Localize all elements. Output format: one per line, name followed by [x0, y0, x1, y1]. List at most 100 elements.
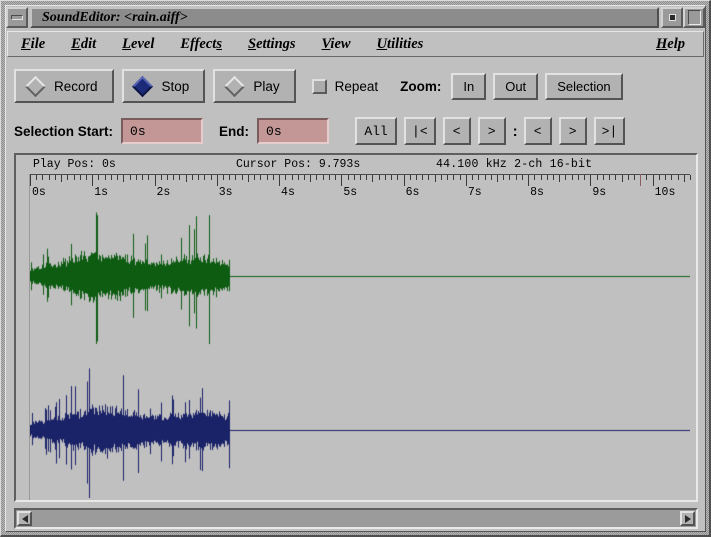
time-ruler[interactable]: 0s 1s 2s 3s 4s 5s 6s 7s 8s 9s 10s	[30, 174, 691, 202]
ruler-tick	[403, 175, 405, 186]
end-back-button[interactable]: <	[523, 117, 552, 145]
ruler-tick	[79, 175, 81, 180]
arrow-left-icon	[21, 514, 28, 523]
cursor-line	[639, 174, 641, 186]
ruler-tick-label: 9s	[592, 186, 607, 199]
ruler-tick-label: 4s	[281, 186, 295, 199]
ruler-tick	[341, 175, 343, 186]
ruler-tick	[677, 175, 679, 180]
selection-start-input[interactable]: 0s	[121, 118, 204, 144]
menu-level[interactable]: Level	[109, 33, 167, 55]
waveform-panel[interactable]: Play Pos: 0s Cursor Pos: 9.793s 44.100 k…	[14, 153, 698, 502]
scroll-left-button[interactable]	[17, 511, 32, 526]
menubar: File Edit Level Effects Settings View Ut…	[7, 31, 704, 57]
ruler-tick	[584, 175, 586, 180]
ruler-tick	[229, 175, 231, 180]
ruler-tick	[447, 175, 449, 180]
ruler-tick	[658, 175, 660, 180]
ruler-tick	[135, 175, 137, 180]
restore-icon	[687, 10, 701, 25]
start-back-button[interactable]: <	[442, 117, 471, 145]
menu-edit[interactable]: Edit	[58, 33, 109, 55]
ruler-tick	[61, 175, 63, 182]
ruler-tick	[117, 175, 119, 180]
repeat-label: Repeat	[334, 78, 379, 94]
select-all-label: All	[364, 123, 388, 139]
ruler-tick	[185, 175, 187, 182]
ruler-tick	[665, 175, 667, 180]
menu-utilities[interactable]: Utilities	[364, 33, 437, 55]
menu-help[interactable]: Help	[643, 33, 703, 55]
selection-start-value: 0s	[130, 123, 146, 139]
end-to-finish-button[interactable]: >|	[593, 117, 626, 145]
zoom-in-button[interactable]: In	[451, 72, 487, 100]
ruler-tick	[30, 175, 31, 186]
scroll-right-button[interactable]	[680, 511, 695, 526]
menu-view[interactable]: View	[309, 33, 364, 55]
menu-file[interactable]: File	[8, 33, 58, 55]
ruler-tick	[279, 175, 281, 186]
end-forward-button[interactable]: >	[558, 117, 587, 145]
start-to-begin-button[interactable]: |<	[404, 117, 436, 145]
info-bar: Play Pos: 0s Cursor Pos: 9.793s 44.100 k…	[16, 155, 696, 174]
window-minimize-button[interactable]	[6, 7, 28, 28]
selection-start-label: Selection Start:	[14, 123, 114, 139]
record-button[interactable]: Record	[14, 69, 114, 103]
menu-settings[interactable]: Settings	[235, 33, 309, 55]
ruler-tick	[472, 175, 474, 180]
window-title: SoundEditor: <rain.aiff>	[42, 9, 188, 25]
zoom-selection-label: Selection	[557, 78, 611, 94]
ruler-tick	[565, 175, 567, 180]
ruler-tick	[328, 175, 330, 180]
ruler-tick	[372, 175, 374, 182]
menu-effects-label: Effect	[180, 36, 217, 52]
waveform-channel-right[interactable]	[30, 350, 690, 498]
zoom-out-button[interactable]: Out	[493, 72, 539, 100]
ruler-tick	[503, 175, 505, 180]
window-restore-button[interactable]	[683, 7, 705, 28]
play-button[interactable]: Play	[213, 69, 296, 103]
ruler-tick	[142, 175, 144, 180]
play-position-readout: Play Pos: 0s	[33, 158, 116, 171]
audio-format-readout: 44.100 kHz 2-ch 16-bit	[436, 158, 593, 171]
repeat-checkbox[interactable]	[311, 78, 327, 94]
horizontal-scrollbar[interactable]	[14, 508, 698, 529]
scrollbar-thumb[interactable]	[33, 511, 679, 526]
ruler-tick	[528, 175, 530, 186]
stop-button[interactable]: Stop	[121, 69, 206, 103]
start-forward-button[interactable]: >	[477, 117, 506, 145]
selection-end-input[interactable]: 0s	[257, 118, 330, 144]
select-all-button[interactable]: All	[355, 117, 398, 145]
menu-effects[interactable]: Effects	[167, 33, 235, 55]
zoom-out-label: Out	[505, 78, 527, 94]
zoom-selection-button[interactable]: Selection	[545, 72, 623, 100]
ruler-tick	[490, 175, 492, 180]
start-to-begin-label: |<	[412, 123, 428, 139]
repeat-toggle[interactable]: Repeat	[311, 78, 379, 94]
waveform-canvas-left	[30, 202, 690, 350]
ruler-tick-label: 1s	[94, 186, 109, 199]
selection-end-value: 0s	[266, 123, 282, 139]
ruler-tick	[465, 175, 467, 186]
window-title-bar[interactable]: SoundEditor: <rain.aiff>	[30, 7, 659, 28]
waveform-channel-left[interactable]	[30, 202, 690, 350]
window-maximize-button[interactable]	[661, 7, 683, 28]
record-indicator-wrap	[24, 75, 46, 97]
ruler-tick	[92, 175, 94, 186]
menu-edit-label: dit	[80, 36, 97, 52]
titlebar: SoundEditor: <rain.aiff>	[6, 6, 705, 29]
ruler-tick	[577, 175, 579, 180]
ruler-tick	[67, 175, 69, 180]
ruler-tick-label: 0s	[32, 186, 46, 199]
ruler-tick	[335, 175, 337, 180]
waveform-area[interactable]	[30, 202, 690, 498]
ruler-tick-label: 3s	[218, 186, 233, 199]
minimize-icon	[11, 15, 23, 20]
ruler-tick	[378, 175, 380, 180]
ruler-tick	[347, 175, 349, 180]
selection-end-label: End:	[219, 123, 250, 139]
start-back-label: <	[452, 123, 461, 139]
ruler-tick	[322, 175, 324, 180]
ruler-tick	[123, 175, 125, 182]
ruler-tick	[615, 175, 617, 180]
